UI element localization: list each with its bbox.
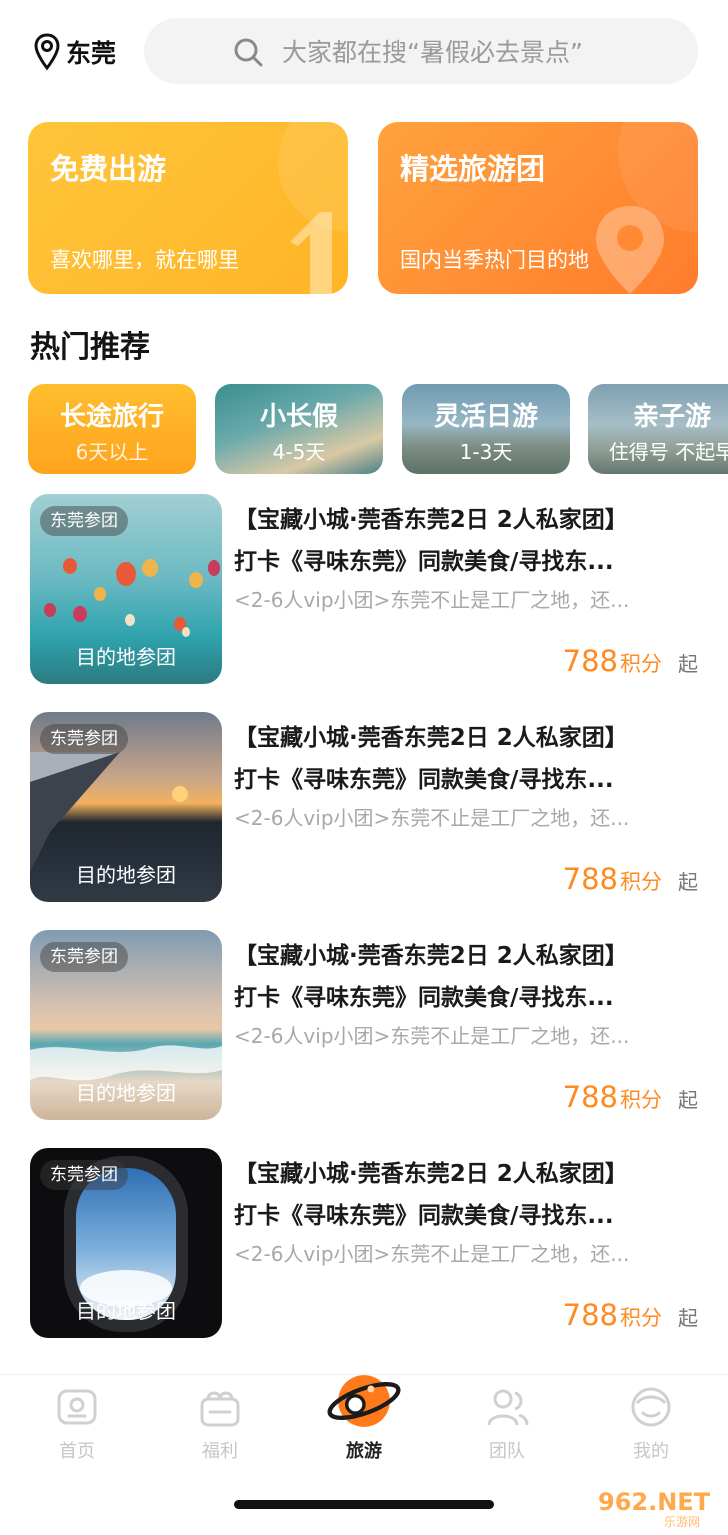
trip-card[interactable]: 东莞参团 目的地参团 【宝藏小城·莞香东莞2日 2人私家团】 打卡《寻味东莞》同… (30, 494, 710, 686)
trip-title-line2: 打卡《寻味东莞》同款美食/寻找东... (234, 767, 614, 793)
trip-title-line2: 打卡《寻味东莞》同款美食/寻找东... (234, 1203, 614, 1229)
free-travel-card[interactable]: 免费出游 喜欢哪里，就在哪里 (28, 122, 348, 294)
trip-image-hot-air-balloons: 东莞参团 目的地参团 (30, 494, 222, 684)
category-long-trip[interactable]: 长途旅行 6天以上 (28, 384, 196, 474)
trip-title-line1: 【宝藏小城·莞香东莞2日 2人私家团】 (234, 725, 628, 751)
trip-image-airplane-window: 东莞参团 目的地参团 (30, 1148, 222, 1338)
category-chips: 长途旅行 6天以上 小长假 4-5天 灵活日游 1-3天 亲子游 住得号 不起早 (28, 384, 728, 476)
trip-price: 788 积分 起 (563, 1298, 698, 1332)
price-value: 788 (562, 1298, 618, 1332)
trip-description: <2-6人vip小团>东莞不止是工厂之地，还... (234, 806, 630, 830)
category-name: 灵活日游 (433, 402, 538, 432)
category-family-trip[interactable]: 亲子游 住得号 不起早 (588, 384, 728, 474)
search-icon (234, 38, 263, 67)
team-icon (487, 1389, 529, 1426)
trip-card[interactable]: 东莞参团 目的地参团 【宝藏小城·莞香东莞2日 2人私家团】 打卡《寻味东莞》同… (30, 1148, 710, 1340)
top-bar: 东莞 大家都在搜“暑假必去景点” (0, 0, 728, 100)
trip-title-line2: 打卡《寻味东莞》同款美食/寻找东... (234, 985, 614, 1011)
price-unit: 积分 (620, 870, 662, 894)
category-day-trip[interactable]: 灵活日游 1-3天 (402, 384, 570, 474)
trip-image-beach: 东莞参团 目的地参团 (30, 930, 222, 1120)
price-unit: 积分 (620, 1088, 662, 1112)
category-range: 住得号 不起早 (608, 440, 728, 464)
category-range: 6天以上 (75, 440, 149, 464)
trip-destination-label: 目的地参团 (76, 1081, 176, 1105)
selected-tour-card[interactable]: 精选旅游团 国内当季热门目的地 (378, 122, 698, 294)
city-selector[interactable]: 东莞 (32, 30, 116, 74)
trip-price: 788 积分 起 (563, 862, 698, 896)
nav-label: 首页 (59, 1441, 95, 1462)
profile-icon (631, 1387, 671, 1427)
trip-price: 788 积分 起 (563, 644, 698, 678)
trip-destination-label: 目的地参团 (76, 1299, 176, 1323)
trip-card[interactable]: 东莞参团 目的地参团 【宝藏小城·莞香东莞2日 2人私家团】 打卡《寻味东莞》同… (30, 930, 710, 1122)
trip-title-line1: 【宝藏小城·莞香东莞2日 2人私家团】 (234, 507, 628, 533)
nav-label: 福利 (202, 1441, 238, 1462)
trip-title-line2: 打卡《寻味东莞》同款美食/寻找东... (234, 549, 614, 575)
selected-tour-title: 精选旅游团 (400, 152, 546, 186)
price-unit: 积分 (620, 652, 662, 676)
price-value: 788 (562, 1080, 618, 1114)
trip-badge: 东莞参团 (40, 506, 128, 536)
trip-destination-label: 目的地参团 (76, 863, 176, 887)
gift-box-icon (200, 1391, 240, 1427)
trip-description: <2-6人vip小团>东莞不止是工厂之地，还... (234, 1024, 630, 1048)
trip-card[interactable]: 东莞参团 目的地参团 【宝藏小城·莞香东莞2日 2人私家团】 打卡《寻味东莞》同… (30, 712, 710, 904)
free-travel-subtitle: 喜欢哪里，就在哪里 (50, 248, 239, 272)
category-range: 1-3天 (459, 440, 513, 464)
trip-price: 788 积分 起 (563, 1080, 698, 1114)
category-name: 长途旅行 (59, 402, 164, 432)
trip-image-airplane-sunset: 东莞参团 目的地参团 (30, 712, 222, 902)
nav-label: 旅游 (346, 1441, 382, 1462)
price-from: 起 (678, 652, 698, 676)
category-name: 亲子游 (632, 402, 711, 432)
price-unit: 积分 (620, 1306, 662, 1330)
trip-description: <2-6人vip小团>东莞不止是工厂之地，还... (234, 1242, 630, 1266)
search-bar[interactable]: 大家都在搜“暑假必去景点” (144, 18, 698, 84)
price-from: 起 (678, 1306, 698, 1330)
city-name: 东莞 (66, 39, 117, 68)
trip-badge: 东莞参团 (40, 942, 128, 972)
trip-badge: 东莞参团 (40, 724, 128, 754)
category-range: 4-5天 (272, 440, 326, 464)
planet-icon (327, 1375, 401, 1427)
category-name: 小长假 (259, 402, 338, 432)
home-icon (57, 1389, 97, 1425)
price-value: 788 (562, 862, 618, 896)
svg-text:962.NET: 962.NET (598, 1488, 711, 1516)
svg-text:乐游网: 乐游网 (664, 1515, 700, 1529)
price-from: 起 (678, 870, 698, 894)
trip-title-line1: 【宝藏小城·莞香东莞2日 2人私家团】 (234, 943, 628, 969)
trip-description: <2-6人vip小团>东莞不止是工厂之地，还... (234, 588, 630, 612)
nav-label: 团队 (489, 1441, 525, 1462)
trip-badge: 东莞参团 (40, 1160, 128, 1190)
price-from: 起 (678, 1088, 698, 1112)
location-pin-icon (34, 33, 60, 71)
price-value: 788 (562, 644, 618, 678)
category-short-holiday[interactable]: 小长假 4-5天 (215, 384, 383, 474)
site-watermark-logo: 962.NET 乐游网 (598, 1488, 711, 1529)
search-placeholder: 大家都在搜“暑假必去景点” (282, 38, 583, 67)
nav-label: 我的 (633, 1441, 669, 1462)
selected-tour-subtitle: 国内当季热门目的地 (400, 248, 589, 272)
trip-destination-label: 目的地参团 (76, 645, 176, 669)
free-travel-title: 免费出游 (50, 152, 167, 186)
section-title: 热门推荐 (30, 330, 150, 365)
trip-title-line1: 【宝藏小城·莞香东莞2日 2人私家团】 (234, 1161, 628, 1187)
number-one-graphic (278, 122, 348, 294)
home-indicator (234, 1500, 494, 1509)
